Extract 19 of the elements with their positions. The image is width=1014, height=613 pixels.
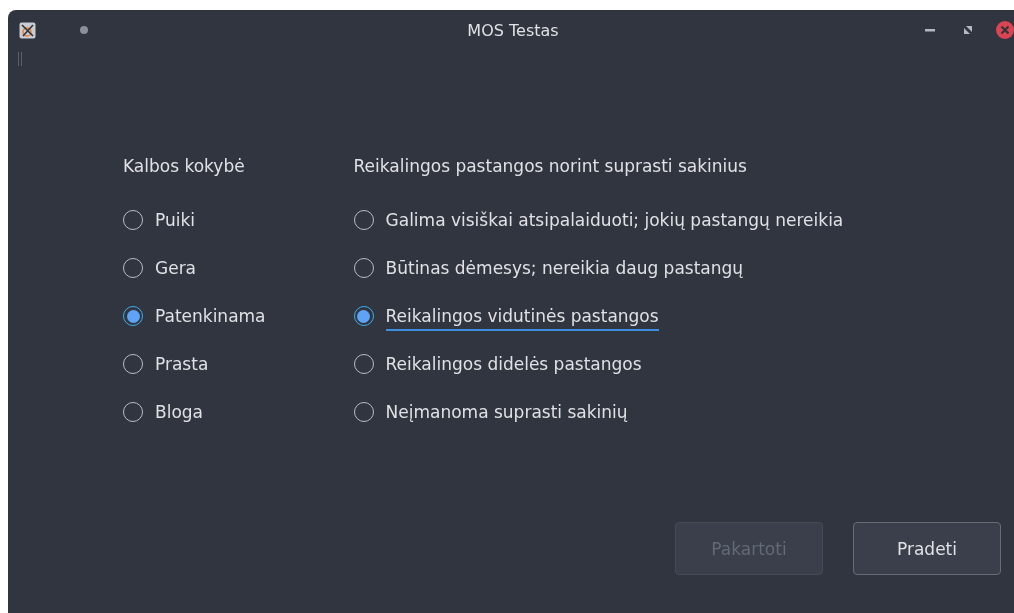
option-label[interactable]: Puiki <box>155 210 196 235</box>
option-label[interactable]: Neįmanoma suprasti sakinių <box>385 402 628 427</box>
option-label[interactable]: Reikalingos vidutinės pastangos <box>385 306 659 331</box>
option-label[interactable]: Būtinas dėmesys; nereikia daug pastangų <box>385 258 744 283</box>
option-label[interactable]: Reikalingos didelės pastangos <box>385 354 642 379</box>
option-label[interactable]: Bloga <box>155 402 203 427</box>
close-icon[interactable] <box>996 21 1014 39</box>
option-label[interactable]: Gera <box>155 258 197 283</box>
option-label[interactable]: Galima visiškai atsipalaiduoti; jokių pastangų nereikia <box>385 210 844 235</box>
action-button[interactable]: Pradeti <box>853 522 1001 575</box>
pin-icon[interactable] <box>80 26 88 34</box>
grip-icon[interactable] <box>18 52 22 66</box>
restore-icon[interactable] <box>962 24 974 36</box>
group-title: Reikalingos pastangos norint suprasti sakinius <box>353 156 748 178</box>
group-title: Kalbos kokybė <box>123 156 246 178</box>
window-title: MOS Testas <box>466 20 560 40</box>
option-label[interactable]: Prasta <box>155 354 209 379</box>
option-label[interactable]: Patenkinama <box>155 306 266 331</box>
app-icon[interactable] <box>19 21 36 39</box>
